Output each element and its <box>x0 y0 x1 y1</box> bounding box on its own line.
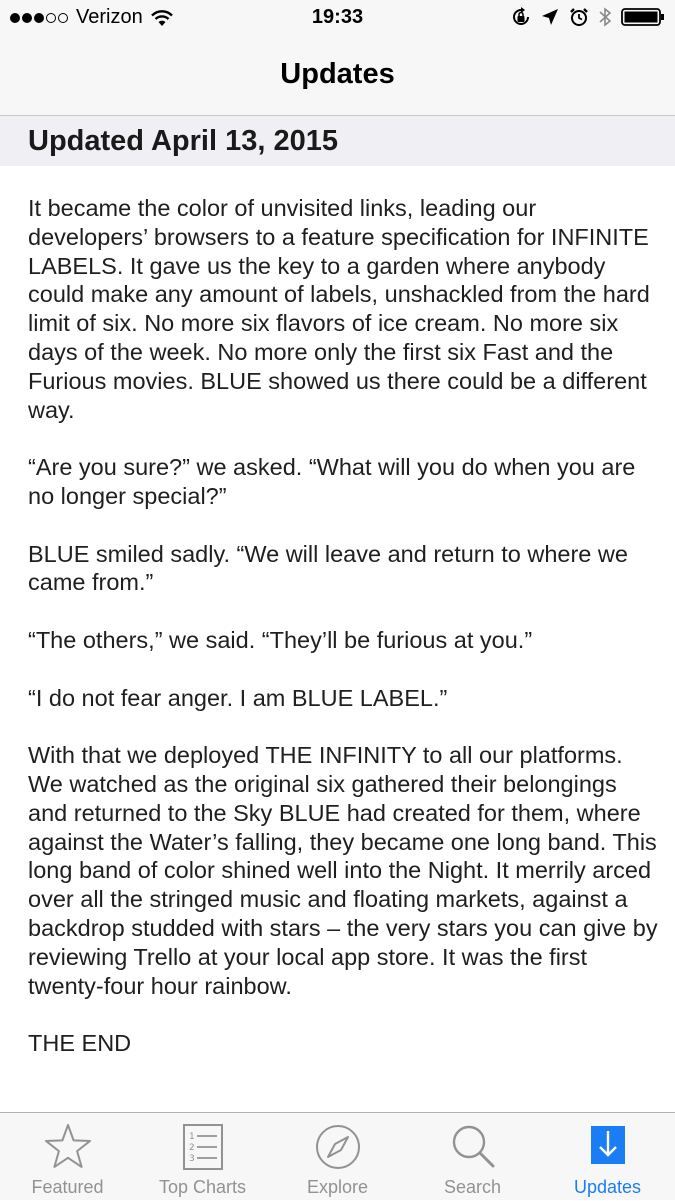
tab-label: Search <box>443 1177 502 1197</box>
paragraph: THE END <box>28 1030 132 1057</box>
tab-bar: Featured 1 2 3 Top Charts Explore Search… <box>0 1112 675 1200</box>
paragraph: “Are you sure?” we asked. “What will you… <box>28 454 636 509</box>
star-icon <box>42 1121 94 1173</box>
navigation-bar: Updates <box>0 38 675 116</box>
tab-top-charts[interactable]: 1 2 3 Top Charts <box>135 1113 270 1201</box>
svg-text:2: 2 <box>189 1143 195 1153</box>
svg-text:3: 3 <box>189 1154 195 1164</box>
tab-label: Explore <box>306 1177 369 1197</box>
paragraph: “I do not fear anger. I am BLUE LABEL.” <box>28 684 448 711</box>
section-header: Updated April 13, 2015 <box>0 116 675 166</box>
tab-label: Top Charts <box>158 1177 247 1197</box>
tab-featured[interactable]: Featured <box>0 1113 135 1201</box>
paragraph: “The others,” we said. “They’ll be furio… <box>28 626 533 653</box>
rotation-lock-icon <box>511 7 531 27</box>
tab-explore[interactable]: Explore <box>270 1113 405 1201</box>
battery-icon <box>621 7 665 27</box>
svg-text:1: 1 <box>189 1132 195 1142</box>
paragraph: It became the color of unvisited links, … <box>28 195 650 423</box>
tab-updates[interactable]: Updates <box>540 1113 675 1201</box>
download-icon <box>582 1121 634 1173</box>
alarm-icon <box>569 7 589 27</box>
compass-icon <box>312 1121 364 1173</box>
list-icon: 1 2 3 <box>177 1121 229 1173</box>
section-title: Updated April 13, 2015 <box>28 125 338 157</box>
release-notes: It became the color of unvisited links, … <box>28 194 658 1087</box>
location-icon <box>541 8 559 26</box>
tab-label: Featured <box>31 1177 104 1197</box>
bluetooth-icon <box>599 7 611 27</box>
search-icon <box>447 1121 499 1173</box>
tab-search[interactable]: Search <box>405 1113 540 1201</box>
status-right <box>501 7 665 27</box>
paragraph: With that we deployed THE INFINITY to al… <box>28 742 658 999</box>
status-bar: Verizon 19:33 <box>0 0 675 38</box>
tab-label: Updates <box>573 1177 642 1197</box>
page-title: Updates <box>280 58 395 90</box>
paragraph: BLUE smiled sadly. “We will leave and re… <box>28 540 628 596</box>
